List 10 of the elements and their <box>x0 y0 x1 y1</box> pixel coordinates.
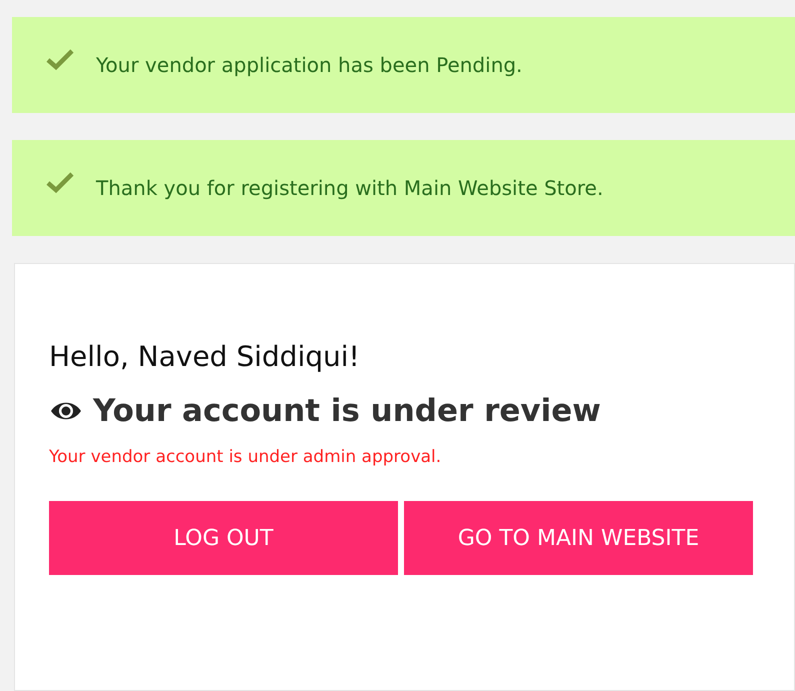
eye-icon <box>49 400 83 422</box>
status-heading: Your account is under review <box>93 393 601 429</box>
message-text: Your vendor application has been Pending. <box>96 53 522 77</box>
message-text: Thank you for registering with Main Website Store. <box>96 176 604 200</box>
checkmark-icon <box>45 47 75 71</box>
notice-text: Your vendor account is under admin approval. <box>49 447 442 467</box>
greeting-text: Hello, Naved Siddiqui! <box>49 340 361 373</box>
checkmark-icon <box>45 170 75 194</box>
logout-button[interactable]: LOG OUT <box>49 501 398 575</box>
main-website-button[interactable]: GO TO MAIN WEBSITE <box>404 501 753 575</box>
